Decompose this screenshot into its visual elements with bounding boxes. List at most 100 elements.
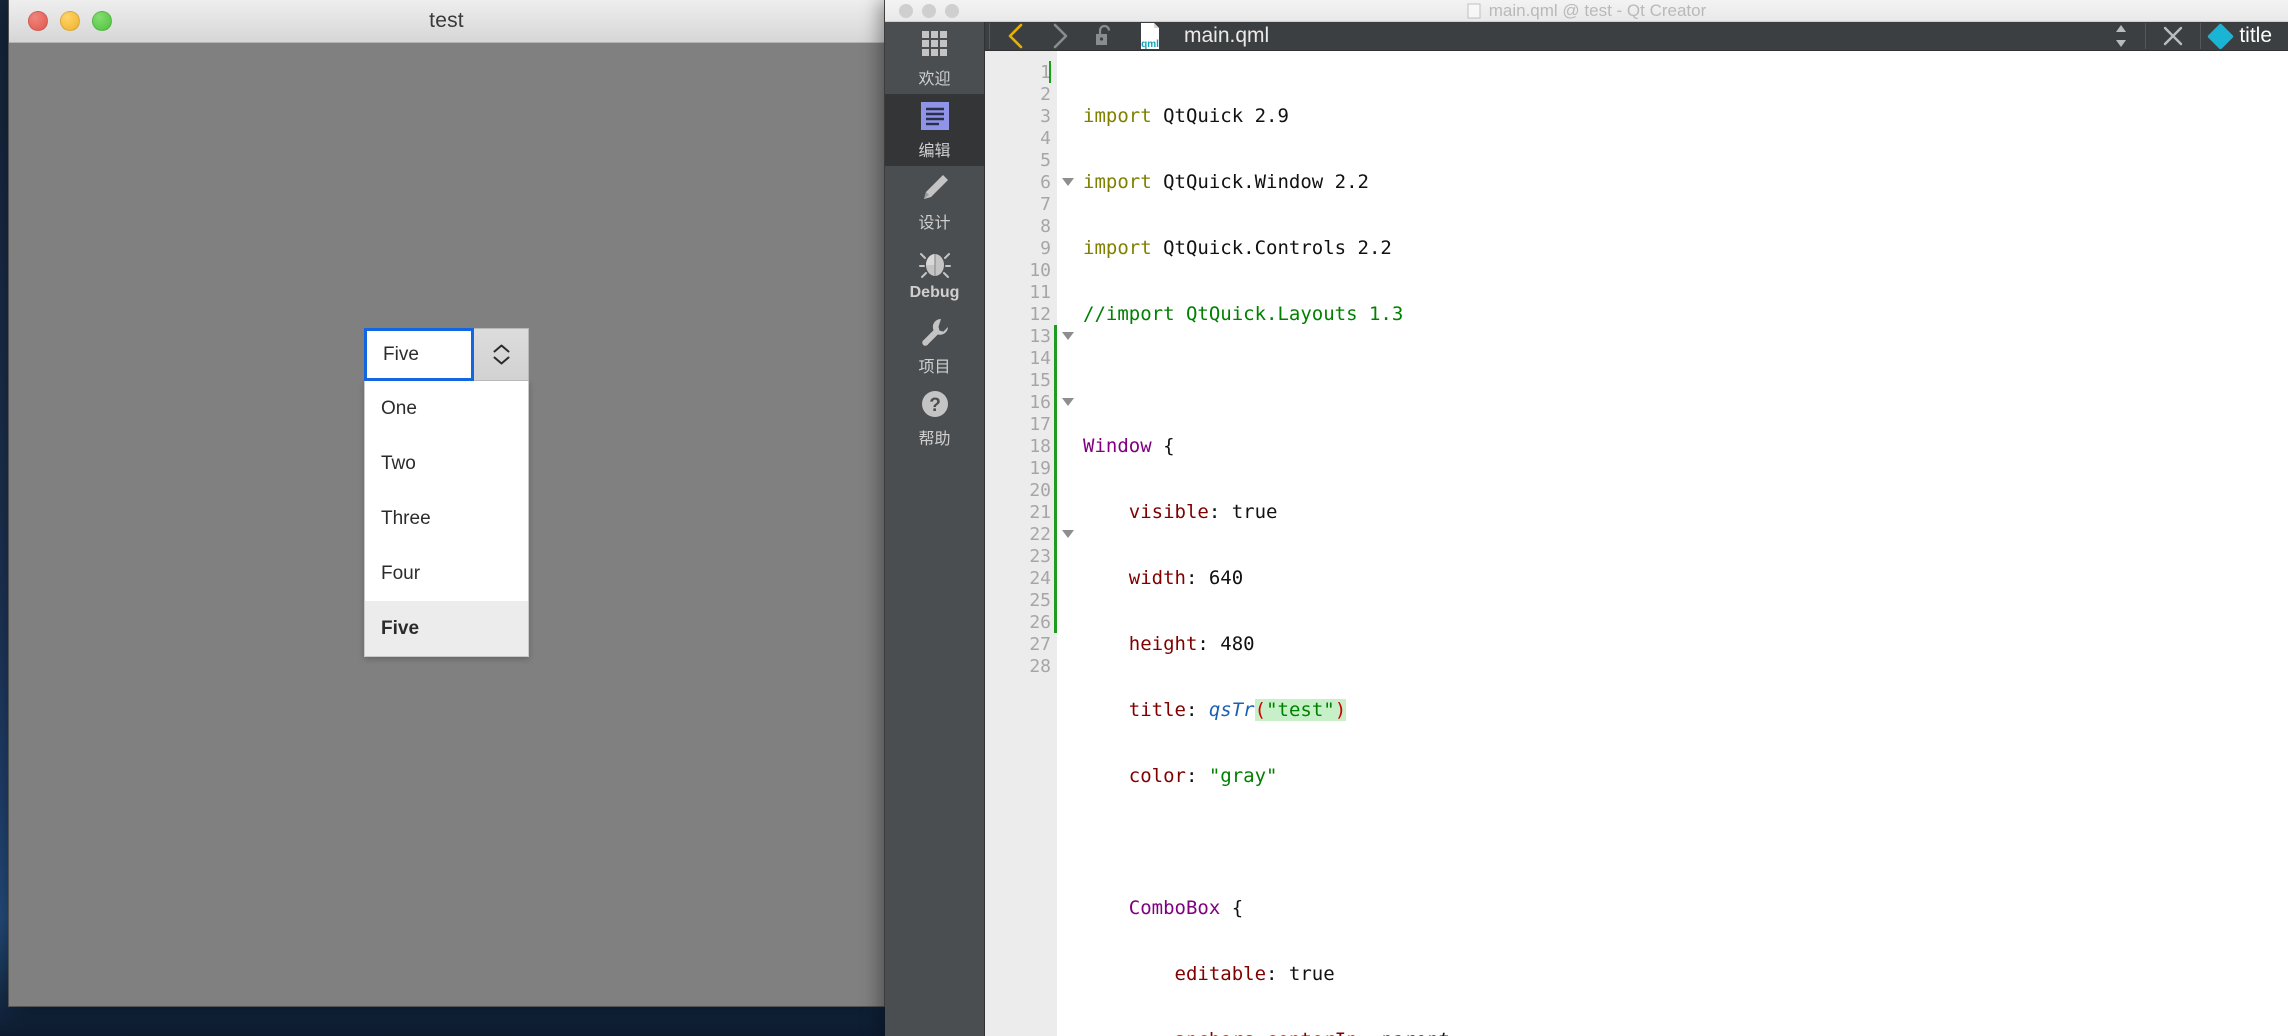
- svg-text:qml: qml: [1141, 39, 1159, 50]
- line-number: 6: [1040, 171, 1051, 193]
- fold-slot: [1057, 105, 1079, 127]
- fold-slot: [1057, 149, 1079, 171]
- combobox-indicator-button[interactable]: [474, 328, 529, 381]
- symbol-selector[interactable]: title: [2205, 22, 2288, 50]
- combobox-item[interactable]: One: [365, 381, 528, 436]
- code-line-8: width: 640: [1128, 567, 1244, 589]
- question-mark-icon: ?: [919, 387, 951, 421]
- fold-slot: [1057, 83, 1079, 105]
- code-line-3: import QtQuick.Controls 2.2: [1083, 237, 1392, 259]
- open-file-name[interactable]: main.qml: [1184, 24, 1269, 48]
- close-x-icon: [2164, 26, 2183, 46]
- code-text[interactable]: import QtQuick 2.9 import QtQuick.Window…: [1057, 51, 2288, 1036]
- fold-marker-16[interactable]: [1057, 391, 1079, 413]
- fold-slot: [1057, 237, 1079, 259]
- fold-slot: [1057, 435, 1079, 457]
- line-number: 11: [1029, 281, 1051, 303]
- code-line-10: title: qsTr("test"): [1128, 699, 1347, 721]
- diamond-icon: [2207, 22, 2235, 50]
- navigate-forward-button[interactable]: [1038, 22, 1082, 50]
- code-editor[interactable]: 1 2 3 4 5 6 7 8 9 10 11 12 13 14 15 16 1…: [985, 51, 2288, 1036]
- sidebar-item-debug[interactable]: Debug: [885, 238, 984, 310]
- fold-slot: [1057, 259, 1079, 281]
- combobox-item[interactable]: Three: [365, 491, 528, 546]
- line-number: 28: [1029, 655, 1051, 677]
- navigate-back-button[interactable]: [994, 22, 1038, 50]
- fold-marker-13[interactable]: [1057, 325, 1079, 347]
- code-line-6: Window {: [1083, 435, 1175, 457]
- line-number: 20: [1029, 479, 1051, 501]
- qml-file-icon: qml: [1141, 23, 1159, 50]
- close-editor-button[interactable]: [2150, 22, 2196, 50]
- fold-slot: [1057, 347, 1079, 369]
- qt-creator-main: 欢迎 编辑 设计 Debug 项目 ? 帮助 qml main.qml titl…: [885, 22, 2288, 1036]
- sidebar-item-design[interactable]: 设计: [885, 166, 984, 238]
- fold-slot: [1057, 369, 1079, 391]
- lock-toggle-button[interactable]: [1082, 22, 1126, 50]
- toolbar-divider: [989, 23, 990, 49]
- line-number: 10: [1029, 259, 1051, 281]
- screen-root: test Five One Two Three Four Five main.q…: [0, 0, 2288, 1036]
- line-number: 24: [1029, 567, 1051, 589]
- toolbar-divider: [2200, 23, 2202, 49]
- line-number: 9: [1040, 237, 1051, 259]
- fold-marker-column[interactable]: [1057, 61, 1079, 545]
- code-line-9: height: 480: [1128, 633, 1255, 655]
- grid-icon: [920, 27, 950, 61]
- triangle-down-icon: [1062, 178, 1074, 186]
- combobox-item[interactable]: Four: [365, 546, 528, 601]
- editor-column: qml main.qml title 1 2 3 4 5 6 7 8 9 10 …: [985, 22, 2288, 1036]
- fold-slot: [1057, 127, 1079, 149]
- pencil-icon: [919, 171, 951, 205]
- combobox-text-input[interactable]: Five: [364, 328, 474, 381]
- qml-window-title: test: [429, 9, 464, 32]
- combobox-control: Five: [364, 328, 529, 381]
- qt-creator-titlebar[interactable]: main.qml @ test - Qt Creator: [885, 0, 2288, 22]
- sidebar-item-label: 欢迎: [918, 71, 951, 88]
- code-line-1: import QtQuick 2.9: [1083, 105, 1289, 127]
- line-number: 18: [1029, 435, 1051, 457]
- sidebar-item-label: 帮助: [918, 431, 951, 448]
- line-number: 23: [1029, 545, 1051, 567]
- qml-window-titlebar[interactable]: test: [9, 0, 884, 43]
- fold-marker-6[interactable]: [1057, 171, 1079, 193]
- sidebar-item-projects[interactable]: 项目: [885, 310, 984, 382]
- code-line-7: visible: true: [1128, 501, 1278, 523]
- combobox-item[interactable]: Two: [365, 436, 528, 491]
- code-line-13: ComboBox {: [1128, 897, 1244, 919]
- fold-marker-22[interactable]: [1057, 523, 1079, 545]
- triangle-down-icon: [1062, 332, 1074, 340]
- qml-file-icon: [1467, 3, 1481, 18]
- mode-sidebar: 欢迎 编辑 设计 Debug 项目 ? 帮助: [885, 22, 985, 1036]
- combobox-popup-list[interactable]: One Two Three Four Five: [364, 381, 529, 657]
- toolbar-divider: [2145, 23, 2147, 49]
- line-number: 22: [1029, 523, 1051, 545]
- qt-creator-window-title: main.qml @ test - Qt Creator: [1488, 0, 1707, 20]
- bug-icon: [918, 246, 951, 280]
- sidebar-item-help[interactable]: ? 帮助: [885, 382, 984, 454]
- fold-slot: [1057, 303, 1079, 325]
- document-lines-icon: [919, 99, 951, 133]
- line-number: 19: [1029, 457, 1051, 479]
- watermark-text: https://blog.csdn.net/qq_33373173: [2037, 1005, 2268, 1022]
- svg-text:?: ?: [929, 395, 941, 416]
- line-number-gutter: 1 2 3 4 5 6 7 8 9 10 11 12 13 14 15 16 1…: [985, 51, 1057, 1036]
- sidebar-item-label: 设计: [918, 215, 951, 232]
- sidebar-item-label: Debug: [909, 284, 960, 301]
- fold-slot: [1057, 501, 1079, 523]
- qt-creator-window-title-wrap: main.qml @ test - Qt Creator: [885, 1, 2288, 21]
- sidebar-item-welcome[interactable]: 欢迎: [885, 22, 984, 94]
- line-number: 5: [1040, 149, 1051, 171]
- line-number: 7: [1040, 193, 1051, 215]
- split-editor-button[interactable]: [2101, 22, 2141, 50]
- sidebar-item-label: 编辑: [918, 143, 951, 160]
- wrench-icon: [919, 315, 951, 349]
- line-number: 14: [1029, 347, 1051, 369]
- combobox-item-selected[interactable]: Five: [365, 601, 528, 656]
- line-number: 21: [1029, 501, 1051, 523]
- unlock-icon: [1096, 24, 1111, 45]
- fold-slot: [1057, 413, 1079, 435]
- sidebar-item-edit[interactable]: 编辑: [885, 94, 984, 166]
- line-number: 13: [1029, 325, 1051, 347]
- qml-window-content: Five One Two Three Four Five: [9, 43, 884, 1006]
